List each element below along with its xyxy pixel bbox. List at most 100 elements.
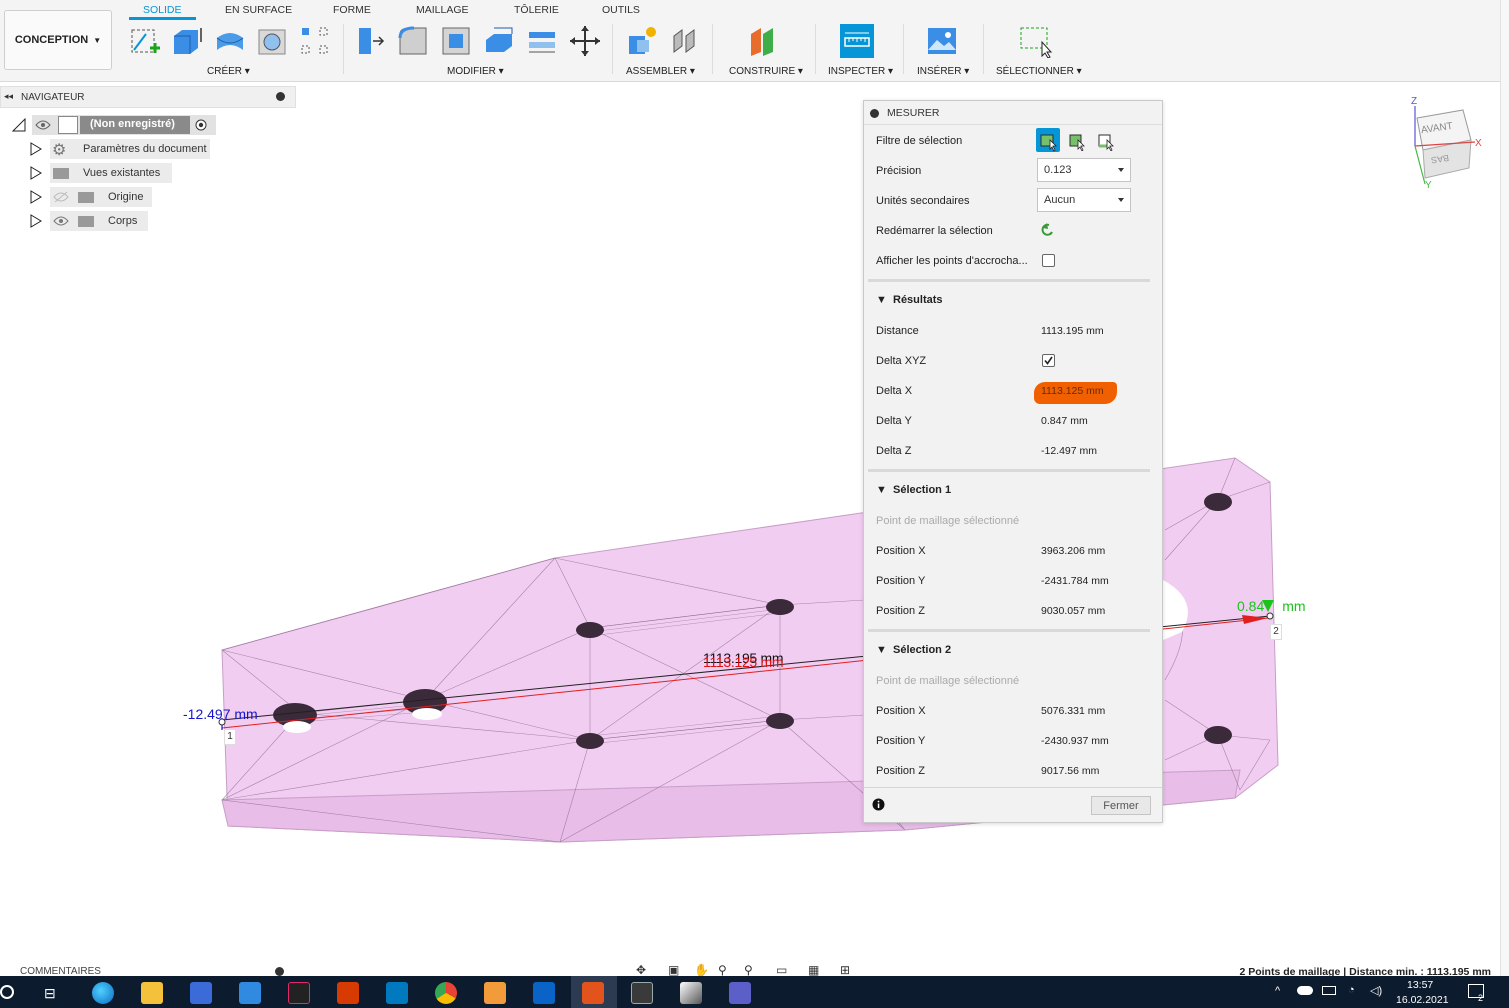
select-menu[interactable]: SÉLECTIONNER ▾ — [996, 66, 1082, 77]
snap-points-checkbox[interactable] — [1042, 254, 1055, 267]
separator — [343, 24, 344, 74]
modify-menu[interactable]: MODIFIER ▾ — [447, 66, 504, 77]
selection1-section-toggle[interactable]: ▼ Sélection 1 — [876, 484, 951, 496]
split-body-icon[interactable] — [525, 24, 559, 58]
scrollbar[interactable] — [1500, 0, 1509, 976]
select-box-icon[interactable] — [1018, 24, 1052, 58]
edge-icon[interactable] — [92, 982, 114, 1004]
cloud-icon[interactable] — [1297, 986, 1313, 995]
search-icon[interactable] — [0, 985, 14, 999]
axis-z-label: Z — [1411, 96, 1418, 107]
inspect-menu[interactable]: INSPECTER ▾ — [828, 66, 893, 77]
office-icon[interactable] — [337, 982, 359, 1004]
sweep-icon[interactable] — [256, 24, 290, 58]
restart-icon[interactable] — [1040, 222, 1056, 238]
selection-filter-label: Filtre de sélection — [876, 135, 963, 147]
sel2-position-y-value: -2430.937 mm — [1041, 735, 1109, 747]
delta-z-label: Delta Z — [876, 445, 912, 457]
selection2-section-toggle[interactable]: ▼ Sélection 2 — [876, 644, 951, 656]
chamfer-icon[interactable] — [439, 24, 473, 58]
zoom-icon[interactable]: ⚲ — [718, 963, 727, 977]
edge-filter-icon[interactable] — [1096, 131, 1116, 151]
press-pull-icon[interactable] — [353, 24, 387, 58]
insert-menu[interactable]: INSÉRER ▾ — [917, 66, 969, 77]
tray-expand-icon[interactable]: ^ — [1275, 985, 1280, 997]
orbit-icon[interactable]: ✥ — [636, 963, 646, 977]
restart-selection-label: Redémarrer la sélection — [876, 225, 993, 237]
chevron-down-icon — [1118, 168, 1124, 172]
extrude-icon[interactable] — [170, 24, 204, 58]
delta-y-value: 0.847 mm — [1041, 415, 1088, 427]
taskbar: ⊟ ^ ◔ ◁) 13:57 16.02.2021 2 — [0, 976, 1509, 1008]
construct-menu[interactable]: CONSTRUIRE ▾ — [729, 66, 803, 77]
new-component-icon[interactable] — [625, 24, 659, 58]
delta-xyz-checkbox[interactable] — [1042, 354, 1055, 367]
add-comment-icon[interactable] — [275, 967, 284, 976]
tab-tolerie[interactable]: TÔLERIE — [514, 4, 559, 16]
chrome-icon[interactable] — [435, 982, 457, 1004]
calculator-icon[interactable] — [631, 982, 653, 1004]
fusion360-icon[interactable] — [582, 982, 604, 1004]
viewports-icon[interactable]: ⊞ — [840, 963, 850, 977]
comments-bar[interactable]: COMMENTAIRES — [0, 962, 296, 977]
viewcube-graphic[interactable] — [1405, 96, 1485, 191]
move-icon[interactable] — [568, 24, 602, 58]
file-explorer-icon[interactable] — [141, 982, 163, 1004]
precision-select[interactable]: 0.123 — [1037, 158, 1131, 182]
secondary-units-value: Aucun — [1044, 194, 1076, 206]
offset-plane-icon[interactable] — [747, 24, 781, 58]
tab-forme[interactable]: FORME — [333, 4, 371, 16]
tab-maillage[interactable]: MAILLAGE — [416, 4, 469, 16]
measure-icon[interactable] — [840, 24, 874, 58]
volume-icon[interactable]: ◁) — [1370, 984, 1382, 997]
clock-date[interactable]: 16.02.2021 — [1396, 994, 1449, 1006]
sel2-position-y-label: Position Y — [876, 735, 926, 747]
results-section-toggle[interactable]: ▼ Résultats — [876, 294, 943, 306]
sel1-position-y-label: Position Y — [876, 575, 926, 587]
task-view-icon[interactable]: ⊟ — [44, 985, 56, 1002]
outlook-icon[interactable] — [533, 982, 555, 1004]
mail-icon[interactable] — [239, 982, 261, 1004]
grid-icon[interactable]: ▦ — [808, 963, 819, 977]
collapse-icon[interactable] — [870, 109, 879, 118]
info-icon[interactable] — [872, 798, 885, 811]
tab-en-surface[interactable]: EN SURFACE — [225, 4, 292, 16]
teams-icon[interactable] — [729, 982, 751, 1004]
clock-time[interactable]: 13:57 — [1407, 979, 1433, 991]
tab-solide[interactable]: SOLIDE — [129, 4, 195, 20]
pan-icon[interactable]: ✋ — [694, 963, 709, 977]
axis-x-label: X — [1475, 138, 1482, 149]
revolve-icon[interactable] — [213, 24, 247, 58]
display-settings-icon[interactable]: ▭ — [776, 963, 787, 977]
create-menu[interactable]: CRÉER ▾ — [207, 66, 250, 77]
battery-icon[interactable] — [1322, 986, 1336, 995]
app2-icon[interactable] — [680, 982, 702, 1004]
joint-icon[interactable] — [668, 24, 702, 58]
close-button[interactable]: Fermer — [1091, 796, 1151, 815]
fit-icon[interactable]: ⚲ — [744, 963, 753, 977]
insert-image-icon[interactable] — [925, 24, 959, 58]
delta-xyz-label: Delta XYZ — [876, 355, 927, 367]
face-filter-icon[interactable] — [1067, 131, 1087, 151]
pattern-icon[interactable] — [298, 24, 332, 58]
trello-icon[interactable] — [386, 982, 408, 1004]
secondary-units-select[interactable]: Aucun — [1037, 188, 1131, 212]
tab-outils[interactable]: OUTILS — [602, 4, 640, 16]
fillet-icon[interactable] — [396, 24, 430, 58]
fusion-icon[interactable] — [484, 982, 506, 1004]
sel1-position-z-label: Position Z — [876, 605, 925, 617]
toolbar: CONCEPTION ▼ SOLIDE EN SURFACE FORME MAI… — [0, 0, 1509, 82]
workspace-switcher[interactable]: CONCEPTION ▼ — [4, 10, 112, 70]
shell-icon[interactable] — [482, 24, 516, 58]
workspace-label: CONCEPTION — [14, 34, 89, 46]
viewcube[interactable]: AVANT BAS Z X Y — [1405, 96, 1485, 191]
wifi-icon[interactable]: ◔ — [1348, 984, 1355, 996]
look-at-icon[interactable]: ▣ — [668, 963, 679, 977]
viewport-canvas[interactable] — [0, 82, 1500, 962]
filter-body-button[interactable] — [1036, 128, 1060, 152]
measure-panel-header[interactable]: MESURER — [864, 101, 1162, 125]
store-icon[interactable] — [190, 982, 212, 1004]
assemble-menu[interactable]: ASSEMBLER ▾ — [626, 66, 695, 77]
app-icon[interactable] — [288, 982, 310, 1004]
create-sketch-icon[interactable] — [128, 24, 162, 58]
